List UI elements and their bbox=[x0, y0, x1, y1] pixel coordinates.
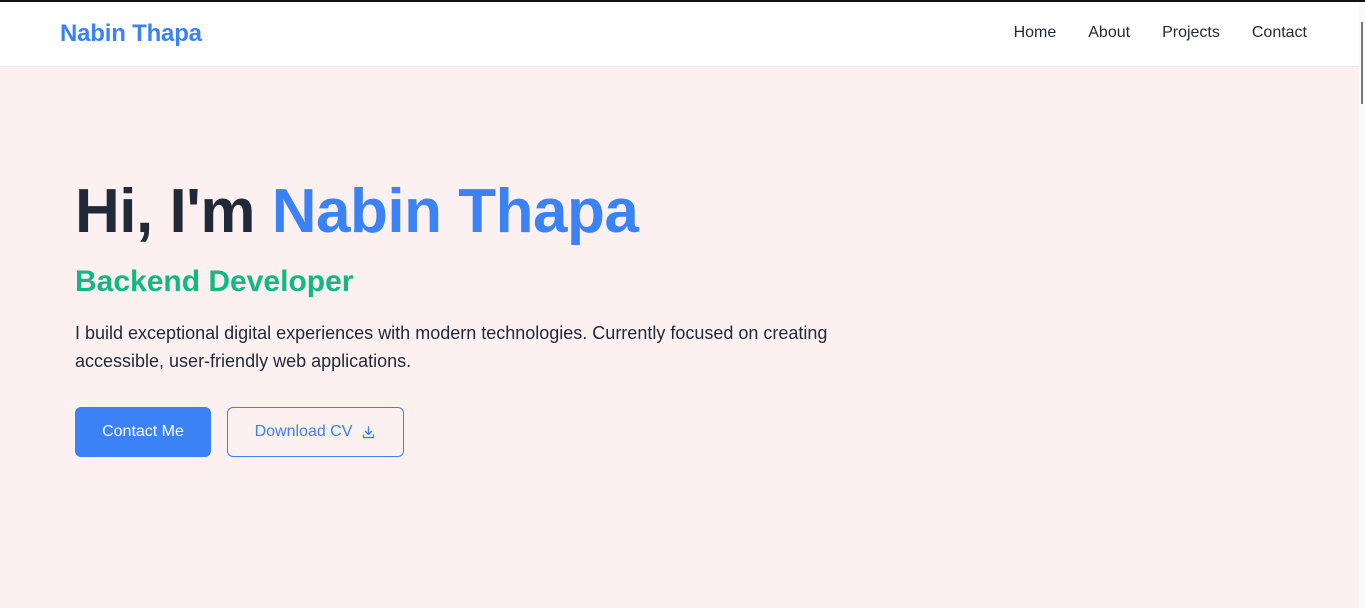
nav-link-home[interactable]: Home bbox=[1014, 24, 1057, 42]
nav-link-contact[interactable]: Contact bbox=[1252, 24, 1307, 42]
nav-links: Home About Projects Contact bbox=[982, 24, 1307, 42]
hero-name: Nabin Thapa bbox=[271, 177, 639, 246]
hero-description: I build exceptional digital experiences … bbox=[75, 323, 828, 371]
contact-me-button[interactable]: Contact Me bbox=[75, 407, 211, 457]
download-icon bbox=[363, 425, 375, 438]
scrollbar-thumb[interactable] bbox=[1361, 22, 1363, 104]
page: Nabin Thapa Home About Projects Contact … bbox=[0, 0, 1365, 608]
hero-title: Hi, I'm Nabin Thapa bbox=[75, 176, 835, 247]
download-cv-button[interactable]: Download CV bbox=[227, 407, 404, 457]
navbar: Nabin Thapa Home About Projects Contact bbox=[0, 2, 1359, 67]
hero-actions: Contact Me Download CV bbox=[75, 407, 835, 457]
nav-link-about[interactable]: About bbox=[1088, 24, 1130, 42]
nav-link-projects[interactable]: Projects bbox=[1162, 24, 1220, 42]
download-cv-label: Download CV bbox=[254, 423, 353, 440]
contact-me-label: Contact Me bbox=[102, 423, 184, 440]
hero-section: Hi, I'm Nabin Thapa Backend Developer I … bbox=[75, 176, 835, 457]
hero-subtitle: Backend Developer bbox=[75, 265, 354, 298]
hero-greeting: Hi, I'm bbox=[75, 177, 272, 246]
brand-logo[interactable]: Nabin Thapa bbox=[60, 20, 202, 48]
scrollbar[interactable] bbox=[1359, 2, 1365, 608]
